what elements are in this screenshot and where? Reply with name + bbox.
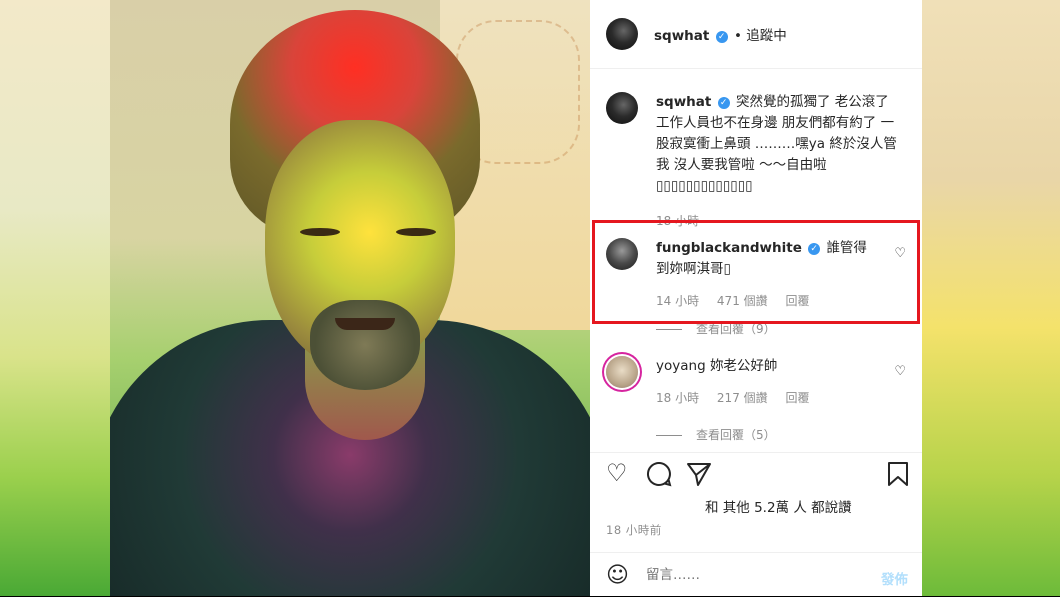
reply-button[interactable]: 回覆 [785, 391, 809, 405]
post-timestamp: 18 小時前 [606, 523, 662, 537]
post-comment-button[interactable]: 發佈 [881, 568, 908, 588]
comment-text: 妳老公好帥 [709, 358, 778, 374]
emoji-icon[interactable]: ☺ [606, 563, 629, 588]
left-blurred-background [0, 0, 110, 596]
avatar[interactable] [606, 356, 638, 388]
header-separator: • [733, 28, 742, 44]
comment-highlight-box [592, 220, 920, 324]
comment-icon[interactable] [646, 461, 672, 491]
follow-status-button[interactable]: 追蹤中 [746, 28, 787, 44]
verified-icon: ✓ [717, 97, 730, 109]
post-photo[interactable] [110, 0, 590, 596]
comment-time: 18 小時 [656, 391, 700, 405]
bookmark-icon[interactable] [886, 461, 910, 491]
comment-username[interactable]: yoyang [656, 358, 706, 374]
header-username[interactable]: sqwhat [654, 28, 709, 44]
likes-count[interactable]: 和 其他 5.2萬 人 都說讚 [705, 496, 852, 516]
avatar[interactable] [606, 92, 638, 124]
right-blurred-background [922, 0, 1060, 596]
heart-icon[interactable]: ♡ [894, 364, 906, 379]
add-comment-bar: ☺ 發佈 [590, 552, 922, 597]
comment-likes[interactable]: 217 個讚 [717, 391, 768, 405]
avatar[interactable] [606, 18, 638, 50]
view-replies-button[interactable]: 查看回覆（5） [656, 426, 776, 443]
comment-input[interactable] [646, 567, 846, 583]
share-icon[interactable] [686, 461, 712, 491]
verified-icon: ✓ [715, 31, 728, 43]
heart-icon[interactable]: ♡ [606, 461, 628, 485]
post-actions-bar: ♡ [590, 452, 922, 493]
post-header: sqwhat ✓ • 追蹤中 [590, 0, 922, 69]
caption-username[interactable]: sqwhat [656, 94, 711, 110]
